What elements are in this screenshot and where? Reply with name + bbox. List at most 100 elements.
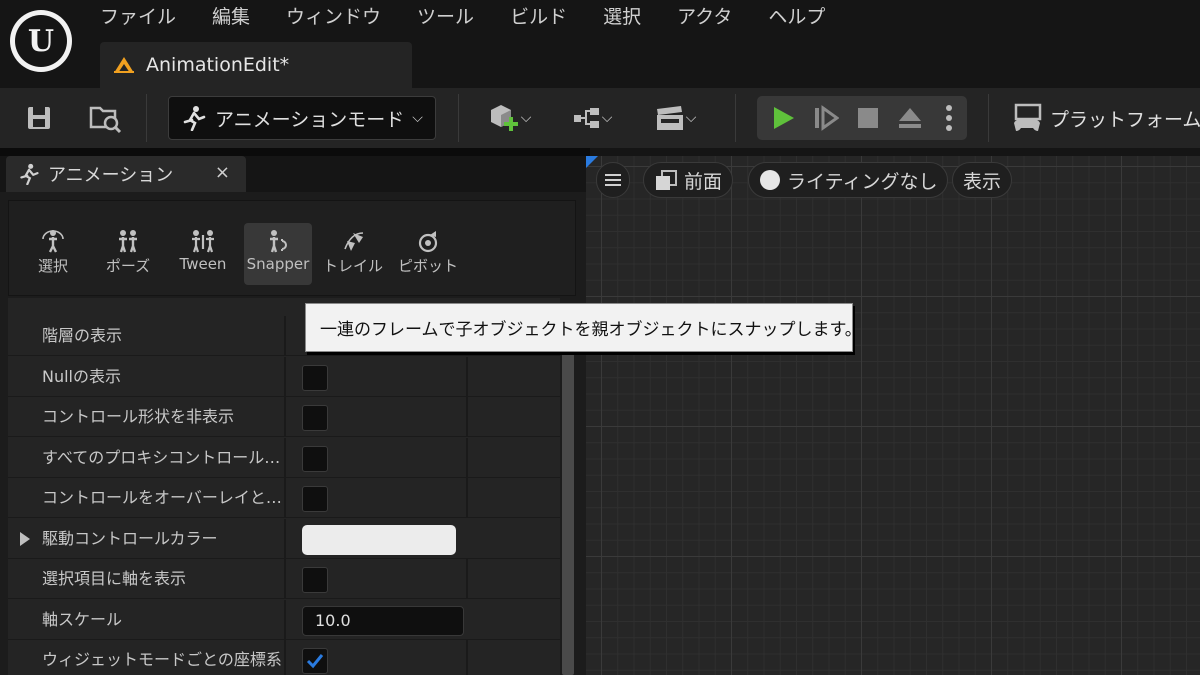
close-icon[interactable]: × bbox=[215, 162, 230, 183]
menu-edit[interactable]: 編集 bbox=[212, 4, 268, 30]
tool-trail[interactable]: トレイル bbox=[319, 223, 387, 285]
column-divider bbox=[466, 397, 468, 437]
column-divider bbox=[284, 357, 286, 397]
snapper-icon bbox=[270, 230, 287, 253]
menu-help[interactable]: ヘルプ bbox=[768, 4, 843, 30]
view-type-label: 前面 bbox=[684, 170, 723, 193]
property-row: 駆動コントロールカラー bbox=[8, 519, 560, 559]
tool-snapper[interactable]: Snapper bbox=[244, 223, 312, 285]
clapperboard-icon bbox=[656, 106, 683, 130]
all-proxy-controls-checkbox[interactable] bbox=[302, 446, 328, 472]
chevron-down-icon: ⌵ bbox=[520, 110, 532, 126]
stop-button[interactable] bbox=[851, 98, 885, 138]
unlit-sphere-icon bbox=[760, 170, 780, 190]
document-tab[interactable]: AnimationEdit* bbox=[100, 42, 412, 88]
logo-glyph: U bbox=[15, 15, 67, 67]
tool-select[interactable]: 選択 bbox=[19, 223, 87, 285]
property-row: コントロールをオーバーレイとし… bbox=[8, 478, 560, 518]
tool-label: トレイル bbox=[322, 257, 383, 275]
menu-actor[interactable]: アクタ bbox=[677, 4, 750, 30]
menu-tools[interactable]: ツール bbox=[417, 4, 492, 30]
tool-pivot[interactable]: ピボット bbox=[394, 223, 462, 285]
expand-arrow-icon[interactable] bbox=[20, 532, 30, 546]
eject-button[interactable] bbox=[893, 98, 927, 138]
checkmark-icon bbox=[306, 654, 324, 669]
tween-icon bbox=[192, 230, 214, 253]
add-actor-button[interactable]: ⌵ bbox=[480, 98, 538, 138]
save-icon bbox=[28, 107, 50, 129]
show-nulls-checkbox[interactable] bbox=[302, 365, 328, 391]
toolbar-separator bbox=[988, 94, 989, 142]
cinematics-button[interactable]: ⌵ bbox=[646, 98, 704, 138]
tool-pose[interactable]: ポーズ bbox=[94, 223, 162, 285]
show-flags-label: 表示 bbox=[963, 170, 1002, 193]
more-vertical-icon bbox=[946, 105, 952, 131]
pose-icon bbox=[119, 230, 137, 253]
tool-label: ピボット bbox=[397, 257, 458, 275]
show-axes-on-selection-checkbox[interactable] bbox=[302, 567, 328, 593]
panel-gap bbox=[0, 148, 590, 156]
column-divider bbox=[284, 438, 286, 478]
lighting-mode-label: ライティングなし bbox=[787, 170, 938, 193]
browse-button[interactable] bbox=[86, 98, 126, 138]
platform-button[interactable]: プラットフォーム ⌵ bbox=[1012, 96, 1200, 140]
property-row: 選択項目に軸を表示 bbox=[8, 559, 560, 599]
title-bar: U ファイル 編集 ウィンドウ ツール ビルド 選択 アクタ ヘルプ Anima… bbox=[0, 0, 1200, 88]
play-controls bbox=[757, 96, 967, 140]
add-cube-icon bbox=[490, 105, 518, 131]
pivot-icon bbox=[418, 231, 438, 253]
view-type-button[interactable]: 前面 bbox=[643, 162, 734, 198]
platform-label: プラットフォーム bbox=[1050, 108, 1200, 131]
column-divider bbox=[284, 559, 286, 599]
play-options-button[interactable] bbox=[935, 98, 963, 138]
menu-build[interactable]: ビルド bbox=[510, 4, 585, 30]
step-forward-icon bbox=[815, 105, 839, 131]
show-flags-button[interactable]: 表示 bbox=[952, 162, 1013, 198]
property-row: コントロール形状を非表示 bbox=[8, 397, 560, 437]
property-row: Nullの表示 bbox=[8, 357, 560, 397]
column-divider bbox=[284, 640, 286, 675]
viewport[interactable] bbox=[586, 156, 1200, 675]
menu-window[interactable]: ウィンドウ bbox=[286, 4, 399, 30]
menu-file[interactable]: ファイル bbox=[100, 4, 194, 30]
lighting-mode-button[interactable]: ライティングなし bbox=[748, 162, 949, 198]
toolbar-separator bbox=[458, 94, 459, 142]
axis-scale-input[interactable]: 10.0 bbox=[302, 606, 464, 636]
tool-tween[interactable]: Tween bbox=[169, 223, 237, 285]
hide-control-shapes-checkbox[interactable] bbox=[302, 405, 328, 431]
property-label: すべてのプロキシコントロールを… bbox=[42, 448, 284, 467]
animation-panel: 選択 ポーズ Tween Snapper トレイル ピボット 階層の表示 Nul… bbox=[0, 192, 586, 675]
driven-control-color-swatch[interactable] bbox=[302, 525, 456, 555]
controls-as-overlay-checkbox[interactable] bbox=[302, 486, 328, 512]
animation-panel-tab[interactable]: アニメーション × bbox=[6, 156, 246, 192]
property-label: ウィジェットモードごとの座標系 bbox=[42, 650, 282, 669]
step-button[interactable] bbox=[809, 98, 843, 138]
coordinate-system-per-widget-mode-checkbox[interactable] bbox=[302, 648, 328, 674]
main-toolbar: アニメーションモード ⌵ ⌵ ⌵ ⌵ プラットフォーム bbox=[0, 88, 1200, 148]
chevron-down-icon: ⌵ bbox=[601, 110, 613, 126]
property-label: 軸スケール bbox=[42, 610, 123, 629]
platform-icon bbox=[1014, 103, 1042, 131]
viewport-options-button[interactable] bbox=[596, 162, 630, 198]
mode-select[interactable]: アニメーションモード ⌵ bbox=[168, 96, 436, 140]
trail-icon bbox=[344, 232, 364, 251]
property-label: コントロール形状を非表示 bbox=[42, 407, 235, 426]
blueprint-button[interactable]: ⌵ bbox=[563, 98, 621, 138]
property-label: 階層の表示 bbox=[42, 326, 123, 345]
front-view-icon bbox=[656, 170, 677, 190]
toolbar-separator bbox=[735, 94, 736, 142]
unreal-logo: U bbox=[10, 10, 72, 72]
column-divider bbox=[284, 519, 286, 559]
property-row: ウィジェットモードごとの座標系 bbox=[8, 640, 560, 675]
chevron-down-icon: ⌵ bbox=[685, 110, 697, 126]
menu-bar: ファイル 編集 ウィンドウ ツール ビルド 選択 アクタ ヘルプ bbox=[100, 4, 861, 30]
play-button[interactable] bbox=[765, 98, 801, 138]
panel-scrollbar[interactable] bbox=[562, 312, 574, 675]
tool-label: 選択 bbox=[37, 257, 68, 275]
menu-select[interactable]: 選択 bbox=[603, 4, 659, 30]
blueprint-icon bbox=[573, 108, 599, 128]
property-row: すべてのプロキシコントロールを… bbox=[8, 438, 560, 478]
folder-search-icon bbox=[89, 106, 122, 134]
save-button[interactable] bbox=[22, 98, 56, 138]
property-label: 駆動コントロールカラー bbox=[42, 529, 218, 548]
